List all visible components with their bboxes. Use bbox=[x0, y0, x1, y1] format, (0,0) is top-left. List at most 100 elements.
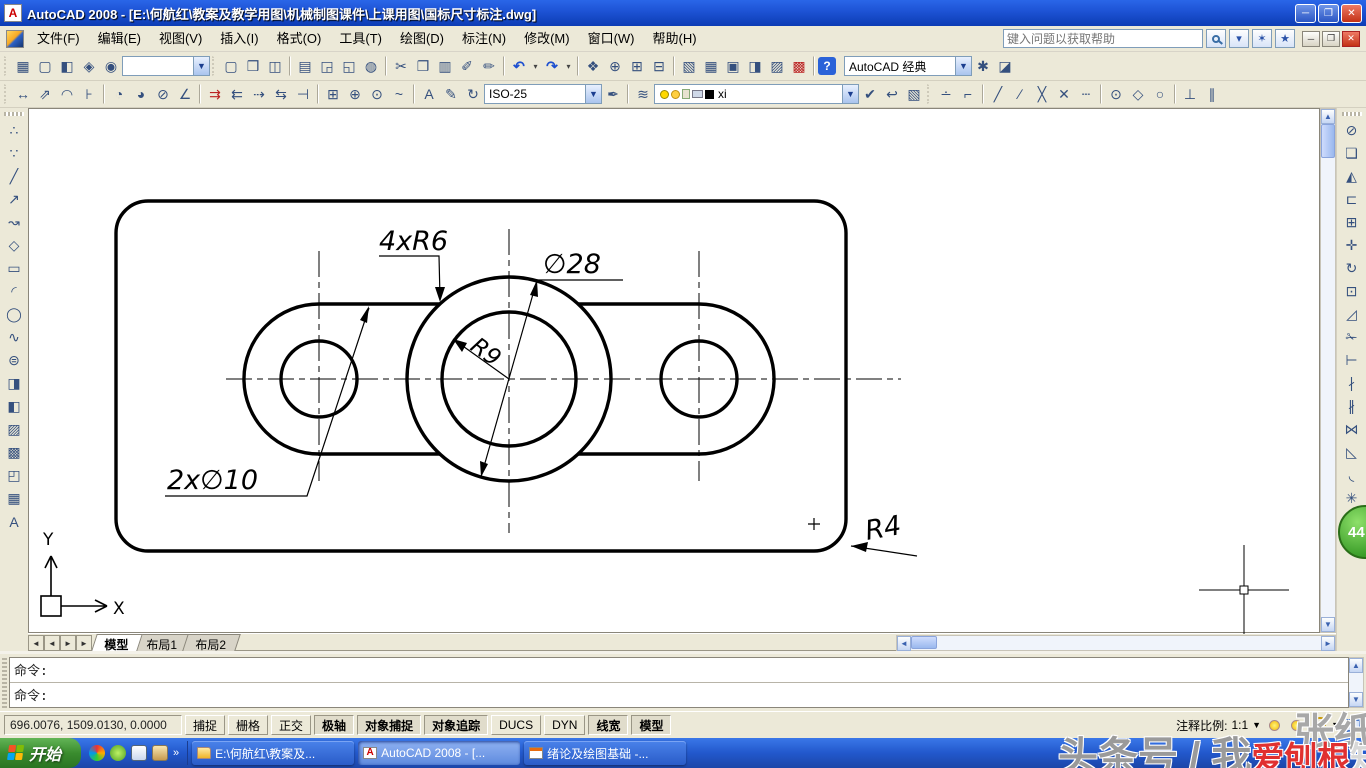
markup-icon[interactable]: ▨ bbox=[766, 55, 788, 77]
snap-perpendicular-icon[interactable]: ⊥ bbox=[1179, 83, 1201, 105]
chamfer-icon[interactable]: ◺ bbox=[1340, 441, 1364, 464]
properties-icon[interactable]: ▧ bbox=[678, 55, 700, 77]
model-toggle[interactable]: 模型 bbox=[631, 715, 671, 735]
menu-tools[interactable]: 工具(T) bbox=[330, 27, 391, 51]
restore-button[interactable]: ❐ bbox=[1318, 4, 1339, 23]
zoom-realtime-icon[interactable]: ⊕ bbox=[604, 55, 626, 77]
mdi-restore-button[interactable]: ❐ bbox=[1322, 31, 1340, 47]
break-at-point-icon[interactable]: ∤ bbox=[1340, 372, 1364, 395]
mtext-icon[interactable]: A bbox=[2, 510, 26, 533]
menu-format[interactable]: 格式(O) bbox=[268, 27, 331, 51]
pan-icon[interactable]: ❖ bbox=[582, 55, 604, 77]
zoom-previous-icon[interactable]: ⊟ bbox=[648, 55, 670, 77]
center-mark-icon[interactable]: ⊕ bbox=[344, 83, 366, 105]
quick-launch-icon-4[interactable] bbox=[152, 745, 168, 761]
rotate-icon[interactable]: ↻ bbox=[1340, 257, 1364, 280]
ellipse-icon[interactable]: ⊜ bbox=[2, 349, 26, 372]
auto-annotation-icon[interactable] bbox=[1287, 716, 1305, 734]
paste-icon[interactable]: ▥ bbox=[434, 55, 456, 77]
block-editor-icon[interactable]: ✏ bbox=[478, 55, 500, 77]
gradient-icon[interactable]: ▩ bbox=[2, 441, 26, 464]
circle-icon[interactable]: ◯ bbox=[2, 303, 26, 326]
snap-extension-icon[interactable]: ┄ bbox=[1075, 83, 1097, 105]
convert-to-viewport-icon[interactable]: ◈ bbox=[78, 55, 100, 77]
dim-continue-icon[interactable]: ⇢ bbox=[248, 83, 270, 105]
command-text-area[interactable]: 命令: 命令: bbox=[9, 657, 1349, 708]
save-icon[interactable]: ◫ bbox=[264, 55, 286, 77]
join-icon[interactable]: ⋈ bbox=[1340, 418, 1364, 441]
divide-icon[interactable]: ∵ bbox=[2, 142, 26, 165]
command-window-grip[interactable] bbox=[2, 657, 7, 708]
layer-freeze-icon[interactable] bbox=[671, 90, 680, 99]
menu-modify[interactable]: 修改(M) bbox=[515, 27, 579, 51]
communication-center-icon[interactable]: ✶ bbox=[1252, 29, 1272, 48]
quick-launch-overflow-icon[interactable]: » bbox=[173, 747, 179, 759]
dim-jog-line-icon[interactable]: ~ bbox=[388, 83, 410, 105]
copy-icon[interactable]: ❐ bbox=[412, 55, 434, 77]
osnap-toggle[interactable]: 对象捕捉 bbox=[357, 715, 421, 735]
extend-icon[interactable]: ⊢ bbox=[1340, 349, 1364, 372]
command-input-line[interactable]: 命令: bbox=[10, 683, 1348, 707]
rectangle-icon[interactable]: ▭ bbox=[2, 257, 26, 280]
menu-insert[interactable]: 插入(I) bbox=[211, 27, 267, 51]
snap-intersection-icon[interactable]: ╳ bbox=[1031, 83, 1053, 105]
region-icon[interactable]: ◰ bbox=[2, 464, 26, 487]
close-button[interactable]: ✕ bbox=[1341, 4, 1362, 23]
quick-launch-icon-3[interactable] bbox=[131, 745, 147, 761]
dim-angular-icon[interactable]: ∠ bbox=[174, 83, 196, 105]
sheetset-manager-icon[interactable]: ◨ bbox=[744, 55, 766, 77]
help-icon[interactable]: ? bbox=[818, 57, 836, 75]
publish-web-icon[interactable]: ◍ bbox=[360, 55, 382, 77]
zoom-window-icon[interactable]: ⊞ bbox=[626, 55, 648, 77]
menu-window[interactable]: 窗口(W) bbox=[579, 27, 644, 51]
dim-ordinate-icon[interactable]: ⊦ bbox=[78, 83, 100, 105]
insert-block-icon[interactable]: ◨ bbox=[2, 372, 26, 395]
otrack-toggle[interactable]: 对象追踪 bbox=[424, 715, 488, 735]
snap-parallel-icon[interactable]: ∥ bbox=[1201, 83, 1223, 105]
trim-icon[interactable]: ✁ bbox=[1340, 326, 1364, 349]
publish-icon[interactable]: ◱ bbox=[338, 55, 360, 77]
layer-states-icon[interactable]: ▧ bbox=[903, 83, 925, 105]
annotation-scale-value[interactable]: 1:1 bbox=[1231, 718, 1248, 732]
open-icon[interactable]: ❒ bbox=[242, 55, 264, 77]
tab-next-button[interactable]: ► bbox=[60, 635, 76, 651]
hatch-icon[interactable]: ▨ bbox=[2, 418, 26, 441]
toolbar-lock-icon[interactable] bbox=[1309, 716, 1327, 734]
mdi-minimize-button[interactable]: ─ bbox=[1302, 31, 1320, 47]
make-block-icon[interactable]: ◧ bbox=[2, 395, 26, 418]
horizontal-scrollbar[interactable]: ◄ ► bbox=[896, 635, 1336, 651]
scroll-down-icon[interactable]: ▼ bbox=[1321, 617, 1335, 632]
polar-toggle[interactable]: 极轴 bbox=[314, 715, 354, 735]
dim-jogged-icon[interactable]: ◕ bbox=[130, 83, 152, 105]
tab-prev-button[interactable]: ◄ bbox=[44, 635, 60, 651]
workspace-settings-icon[interactable]: ✱ bbox=[972, 55, 994, 77]
drawing-file-icon[interactable] bbox=[6, 30, 24, 48]
minimize-button[interactable]: ─ bbox=[1295, 4, 1316, 23]
dim-style-combo[interactable]: ISO-25 ▼ bbox=[484, 84, 602, 104]
dim-text-edit-icon[interactable]: ✎ bbox=[440, 83, 462, 105]
dim-space-icon[interactable]: ⇆ bbox=[270, 83, 292, 105]
polygon-icon[interactable]: ◇ bbox=[2, 234, 26, 257]
undo-icon[interactable]: ↶ bbox=[508, 55, 530, 77]
layer-on-icon[interactable] bbox=[660, 90, 669, 99]
dim-update-icon[interactable]: ↻ bbox=[462, 83, 484, 105]
grid-toggle[interactable]: 栅格 bbox=[228, 715, 268, 735]
multiple-point-icon[interactable]: ∴ bbox=[2, 119, 26, 142]
break-icon[interactable]: ∦ bbox=[1340, 395, 1364, 418]
start-button[interactable]: 开始 bbox=[0, 738, 81, 768]
plot-icon[interactable]: ▤ bbox=[294, 55, 316, 77]
dim-style-manager-icon[interactable]: ✒ bbox=[602, 83, 624, 105]
plot-preview-icon[interactable]: ◲ bbox=[316, 55, 338, 77]
snap-tangent-icon[interactable]: ○ bbox=[1149, 83, 1171, 105]
scroll-right-icon[interactable]: ► bbox=[1321, 636, 1335, 651]
toolbar-grip[interactable] bbox=[1342, 112, 1362, 116]
dim-baseline-icon[interactable]: ⇇ bbox=[226, 83, 248, 105]
arc-icon[interactable]: ◜ bbox=[2, 280, 26, 303]
command-scroll-down-icon[interactable]: ▼ bbox=[1349, 692, 1363, 707]
dim-inspect-icon[interactable]: ⊙ bbox=[366, 83, 388, 105]
dyn-toggle[interactable]: DYN bbox=[544, 715, 585, 735]
ortho-toggle[interactable]: 正交 bbox=[271, 715, 311, 735]
stretch-icon[interactable]: ◿ bbox=[1340, 303, 1364, 326]
command-scrollbar[interactable]: ▲ ▼ bbox=[1349, 657, 1364, 708]
snap-center-icon[interactable]: ⊙ bbox=[1105, 83, 1127, 105]
